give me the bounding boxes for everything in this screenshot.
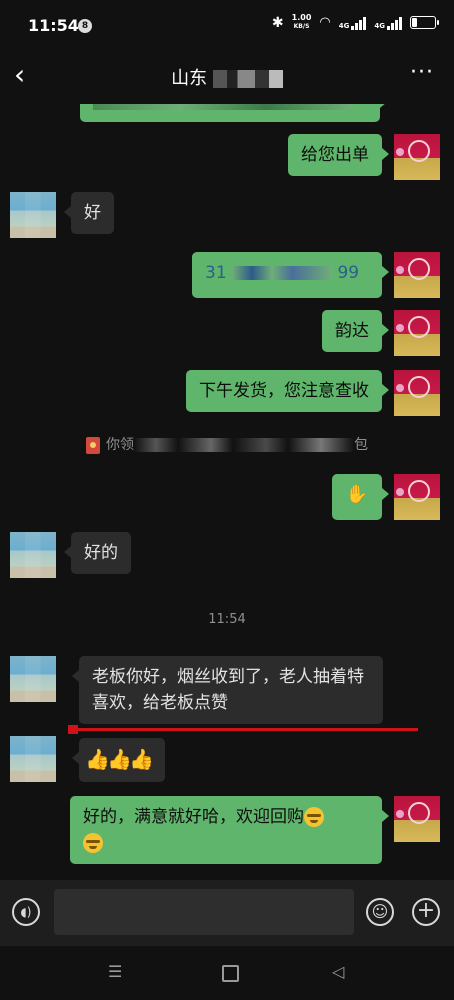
message-bubble[interactable]: 韵达 (322, 310, 389, 352)
emoji-message-bubble[interactable]: ✋ (332, 474, 389, 520)
message-row: 好的，满意就好哈，欢迎回购 (0, 796, 454, 870)
message-row: 下午发货，您注意查收 (0, 370, 454, 418)
message-text: 好的，满意就好哈，欢迎回购 (83, 807, 304, 827)
avatar[interactable] (10, 656, 56, 702)
status-bar: 11:54 8 ✱ 1.00 KB/S ◠ 4G 4G (0, 0, 454, 52)
message-bubble[interactable]: 31 99 (192, 252, 389, 298)
message-bubble[interactable]: 老板你好，烟丝收到了，老人抽着特喜欢，给老板点赞 (72, 656, 383, 724)
message-row: 老板你好，烟丝收到了，老人抽着特喜欢，给老板点赞 (0, 656, 454, 728)
redaction-strip (232, 266, 333, 280)
add-attachment-button[interactable]: + (412, 898, 440, 926)
smug-face-emoji-icon (83, 833, 103, 853)
red-packet-icon (86, 436, 100, 454)
chat-header: ‹ 山东 ··· (0, 52, 454, 104)
more-options-button[interactable]: ··· (410, 60, 434, 85)
status-time: 11:54 (28, 16, 79, 35)
network-type-2: 4G (374, 21, 385, 30)
battery-icon (410, 16, 439, 29)
avatar[interactable] (394, 370, 440, 416)
notice-text-prefix: 你领 (106, 437, 134, 453)
message-bubble[interactable]: 好 (64, 192, 114, 234)
avatar[interactable] (10, 192, 56, 238)
signal-icon-2: 4G (374, 16, 402, 30)
network-speed-value: 1.00 (291, 13, 312, 22)
emoji-button[interactable]: ☺ (366, 898, 394, 926)
smug-face-emoji-icon (304, 807, 324, 827)
message-bubble[interactable]: 给您出单 (288, 134, 389, 176)
signal-icon-1: 4G (339, 16, 367, 30)
input-bar: ◖) ☺ + (0, 880, 454, 946)
network-speed: 1.00 KB/S (292, 14, 312, 31)
bluetooth-icon: ✱ (271, 14, 284, 31)
notice-text-suffix: 包 (354, 437, 368, 453)
system-nav-bar: ☰ ◁ (0, 946, 454, 1000)
redaction-strip (134, 438, 354, 452)
avatar[interactable] (394, 796, 440, 842)
chat-messages: 给您出单 好 31 99 韵达 下午发货，您注意查收 你领 包 ✋ 好的 11:5… (0, 104, 454, 880)
thumbs-up-icon: 👍 (107, 747, 132, 771)
system-back-button[interactable]: ◁ (332, 962, 344, 981)
message-bubble[interactable]: 下午发货，您注意查收 (186, 370, 389, 412)
message-timestamp: 11:54 (208, 612, 246, 627)
avatar[interactable] (394, 134, 440, 180)
message-bubble[interactable]: 好的 (64, 532, 131, 574)
chat-title-text: 山东 (171, 68, 208, 89)
network-type-1: 4G (338, 21, 350, 30)
message-input[interactable] (54, 889, 354, 935)
redaction-strip (93, 104, 353, 110)
emoji-message-bubble[interactable]: 👍👍👍 (72, 738, 165, 782)
message-row: 👍👍👍 (0, 736, 454, 784)
avatar[interactable] (394, 310, 440, 356)
notification-badge: 8 (78, 19, 92, 33)
battery-level (412, 18, 417, 27)
wifi-icon: ◠ (319, 15, 331, 30)
home-button[interactable] (222, 965, 239, 982)
message-row: 给您出单 (0, 134, 454, 182)
message-row: 好 (0, 192, 454, 240)
avatar[interactable] (10, 532, 56, 578)
thumbs-up-icon: 👍 (129, 747, 154, 771)
handshake-emoji-icon: ✋ (345, 484, 369, 505)
red-packet-notice: 你领 包 (86, 434, 368, 454)
avatar[interactable] (394, 252, 440, 298)
message-row: 31 99 (0, 252, 454, 300)
network-speed-unit: KB/S (293, 23, 310, 30)
avatar[interactable] (394, 474, 440, 520)
tracking-number-prefix: 31 (205, 263, 227, 283)
message-bubble[interactable]: 好的，满意就好哈，欢迎回购 (70, 796, 389, 864)
status-icons: ✱ 1.00 KB/S ◠ 4G 4G (271, 14, 439, 31)
thumbs-up-icon: 👍 (85, 747, 110, 771)
message-row: 好的 (0, 532, 454, 580)
message-row: ✋ (0, 474, 454, 522)
title-redaction (212, 70, 283, 88)
annotation-underline (68, 725, 418, 734)
message-bubble-partial[interactable] (80, 104, 387, 122)
tracking-number-suffix: 99 (337, 263, 360, 283)
voice-input-button[interactable]: ◖) (12, 898, 40, 926)
avatar[interactable] (10, 736, 56, 782)
chat-title: 山东 (0, 64, 454, 90)
recent-apps-button[interactable]: ☰ (108, 962, 122, 981)
message-row: 韵达 (0, 310, 454, 358)
